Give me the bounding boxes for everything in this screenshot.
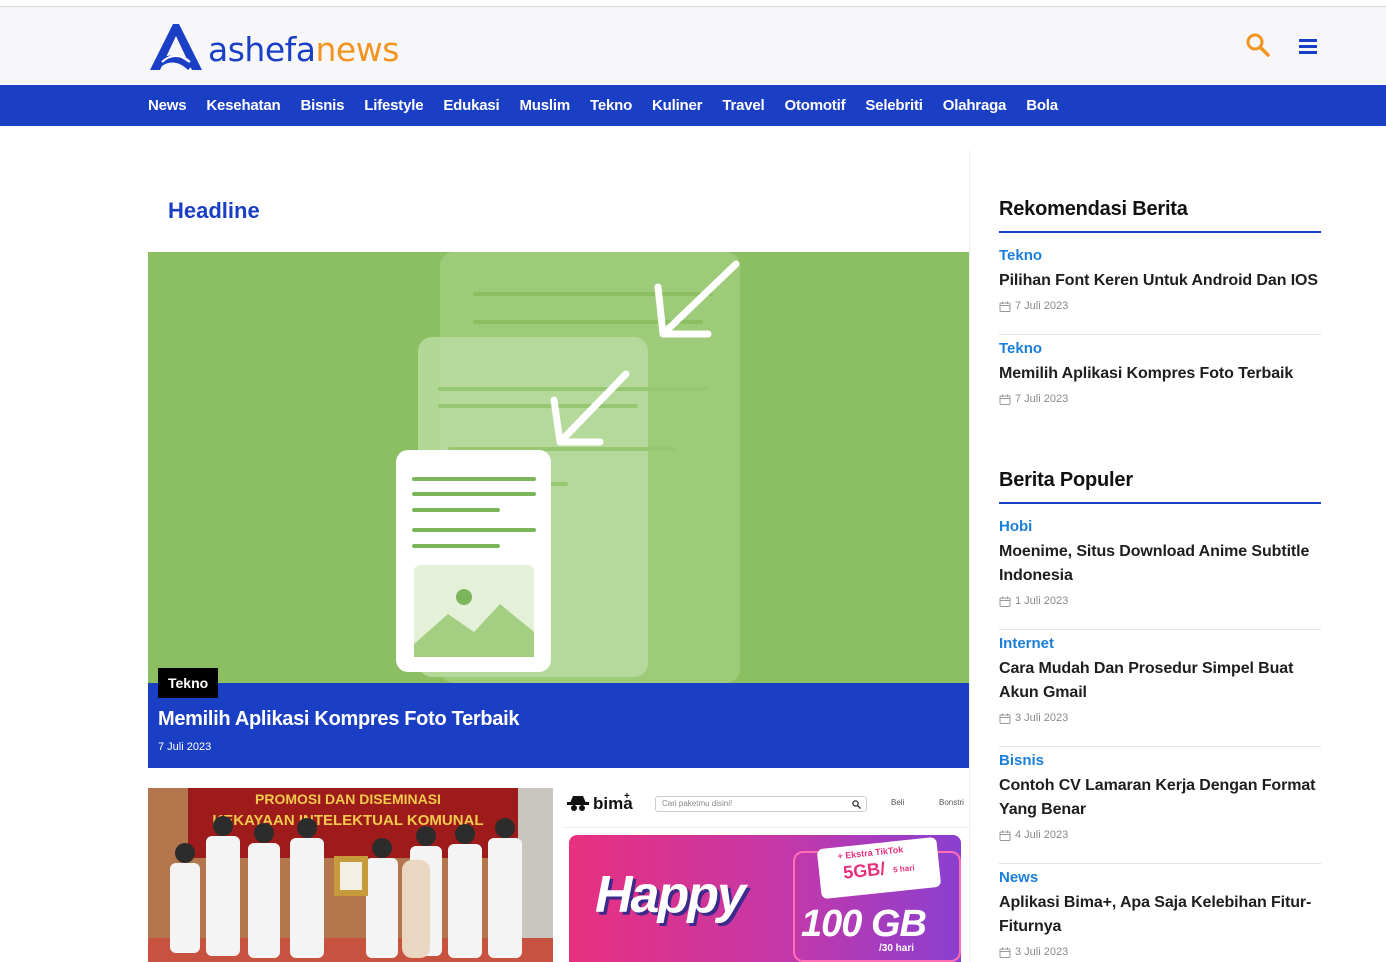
compress-illustration-icon: [396, 252, 740, 683]
item-separator: [999, 863, 1321, 864]
headline-hero[interactable]: Tekno Memilih Aplikasi Kompres Foto Terb…: [148, 252, 969, 768]
nav-item-edukasi[interactable]: Edukasi: [443, 97, 499, 114]
item-date-row: 7 Juli 2023: [999, 393, 1321, 405]
item-category[interactable]: Internet: [999, 635, 1321, 652]
sidebar-divider: [969, 150, 970, 962]
item-date: 7 Juli 2023: [1015, 393, 1069, 405]
item-title[interactable]: Cara Mudah Dan Prosedur Simpel Buat Akun…: [999, 657, 1321, 705]
hero-category-badge[interactable]: Tekno: [158, 668, 219, 698]
logo-wordmark: ashefanews: [208, 30, 399, 69]
nav-item-news[interactable]: News: [148, 97, 187, 114]
hero-title[interactable]: Memilih Aplikasi Kompres Foto Terbaik: [158, 708, 520, 731]
hamburger-menu-icon[interactable]: [1297, 36, 1319, 56]
list-item: News Aplikasi Bima+, Apa Saja Kelebihan …: [999, 869, 1321, 958]
banner-line2: KEKAYAAN INTELEKTUAL KOMUNAL: [212, 812, 483, 829]
calendar-icon: [999, 830, 1011, 841]
item-date-row: 7 Juli 2023: [999, 300, 1321, 312]
nav-item-kuliner[interactable]: Kuliner: [652, 97, 702, 114]
article-card-bima[interactable]: bima + Cari paketmu disini! Beli Bonstri…: [563, 788, 969, 962]
nav-item-tekno[interactable]: Tekno: [590, 97, 632, 114]
widget-rule-populer: [999, 502, 1321, 504]
list-item: Internet Cara Mudah Dan Prosedur Simpel …: [999, 635, 1321, 724]
calendar-icon: [999, 596, 1011, 607]
bima-link-bonstri[interactable]: Bonstri: [939, 798, 964, 807]
nav-item-muslim[interactable]: Muslim: [519, 97, 570, 114]
item-category[interactable]: Tekno: [999, 340, 1321, 357]
bima-search-icon[interactable]: [852, 800, 861, 809]
hero-date: 7 Juli 2023: [158, 741, 212, 753]
bima-link-beli[interactable]: Beli: [891, 798, 904, 807]
site-logo[interactable]: ashefanews: [148, 22, 399, 72]
widget-title-populer: Berita Populer: [999, 469, 1133, 491]
item-separator: [999, 746, 1321, 747]
calendar-icon: [999, 947, 1011, 958]
calendar-icon: [999, 713, 1011, 724]
nav-item-lifestyle[interactable]: Lifestyle: [364, 97, 423, 114]
spy-hat-icon: [567, 796, 589, 811]
item-separator: [999, 334, 1321, 335]
nav-item-kesehatan[interactable]: Kesehatan: [206, 97, 280, 114]
item-category[interactable]: News: [999, 869, 1321, 886]
bima-app-header: bima + Cari paketmu disini! Beli Bonstri: [563, 788, 969, 828]
calendar-icon: [999, 301, 1011, 312]
logo-mark-icon: [150, 24, 202, 70]
nav-item-otomotif[interactable]: Otomotif: [784, 97, 845, 114]
item-title[interactable]: Contoh CV Lamaran Kerja Dengan Format Ya…: [999, 774, 1321, 822]
item-date: 3 Juli 2023: [1015, 946, 1069, 958]
item-title[interactable]: Memilih Aplikasi Kompres Foto Terbaik: [999, 362, 1321, 386]
sidebar: Rekomendasi Berita Tekno Pilihan Font Ke…: [999, 126, 1321, 962]
list-item: Tekno Pilihan Font Keren Untuk Android D…: [999, 247, 1321, 312]
diseminasi-photo-icon: PROMOSI DAN DISEMINASI KEKAYAAN INTELEKT…: [148, 788, 553, 962]
item-category[interactable]: Tekno: [999, 247, 1321, 264]
bima-promo-banner: Happy + Ekstra TikTok 5GB/ 5 hari 100 GB…: [569, 835, 961, 962]
item-date: 4 Juli 2023: [1015, 829, 1069, 841]
item-date-row: 1 Juli 2023: [999, 595, 1321, 607]
widget-title-rekomendasi: Rekomendasi Berita: [999, 198, 1188, 220]
promo-bonus-unit: 5 hari: [892, 863, 915, 875]
promo-quota-unit: /30 hari: [879, 943, 915, 954]
promo-bonus-value: 5GB/: [842, 858, 887, 883]
item-category[interactable]: Hobi: [999, 518, 1321, 535]
item-date: 1 Juli 2023: [1015, 595, 1069, 607]
section-title-headline: Headline: [168, 198, 260, 223]
item-title[interactable]: Moenime, Situs Download Anime Subtitle I…: [999, 540, 1321, 588]
item-date: 3 Juli 2023: [1015, 712, 1069, 724]
nav-item-selebriti[interactable]: Selebriti: [865, 97, 923, 114]
calendar-icon: [999, 394, 1011, 405]
list-item: Tekno Memilih Aplikasi Kompres Foto Terb…: [999, 340, 1321, 405]
logo-word-ashefa: ashefa: [208, 29, 316, 69]
bima-search-box[interactable]: Cari paketmu disini!: [655, 796, 867, 812]
main-content: Headline Tekno Memilih Aplikasi Kompres …: [148, 126, 970, 962]
top-border: [0, 0, 1386, 7]
promo-quota-value: 100 GB: [801, 903, 927, 945]
article-card-diseminasi[interactable]: PROMOSI DAN DISEMINASI KEKAYAAN INTELEKT…: [148, 788, 553, 962]
item-title[interactable]: Aplikasi Bima+, Apa Saja Kelebihan Fitur…: [999, 891, 1321, 939]
widget-rule-rekomendasi: [999, 231, 1321, 233]
item-separator: [999, 629, 1321, 630]
item-title[interactable]: Pilihan Font Keren Untuk Android Dan IOS: [999, 269, 1321, 293]
item-category[interactable]: Bisnis: [999, 752, 1321, 769]
list-item: Hobi Moenime, Situs Download Anime Subti…: [999, 518, 1321, 607]
bima-search-placeholder: Cari paketmu disini!: [662, 799, 733, 808]
category-nav: News Kesehatan Bisnis Lifestyle Edukasi …: [0, 85, 1386, 126]
list-item: Bisnis Contoh CV Lamaran Kerja Dengan Fo…: [999, 752, 1321, 841]
item-date-row: 4 Juli 2023: [999, 829, 1321, 841]
item-date-row: 3 Juli 2023: [999, 946, 1321, 958]
site-header: ashefanews: [0, 7, 1386, 85]
search-icon[interactable]: [1244, 31, 1272, 59]
item-date-row: 3 Juli 2023: [999, 712, 1321, 724]
nav-item-olahraga[interactable]: Olahraga: [943, 97, 1007, 114]
promo-extra-label: + Ekstra TikTok: [837, 844, 904, 862]
hero-image: [148, 252, 969, 683]
nav-item-bisnis[interactable]: Bisnis: [300, 97, 344, 114]
nav-item-travel[interactable]: Travel: [722, 97, 764, 114]
nav-item-bola[interactable]: Bola: [1026, 97, 1058, 114]
item-date: 7 Juli 2023: [1015, 300, 1069, 312]
promo-happy-text: Happy: [595, 866, 746, 924]
banner-line1: PROMOSI DAN DISEMINASI: [255, 791, 441, 807]
logo-word-news: news: [315, 29, 399, 69]
bima-plus-sign: +: [624, 791, 630, 802]
